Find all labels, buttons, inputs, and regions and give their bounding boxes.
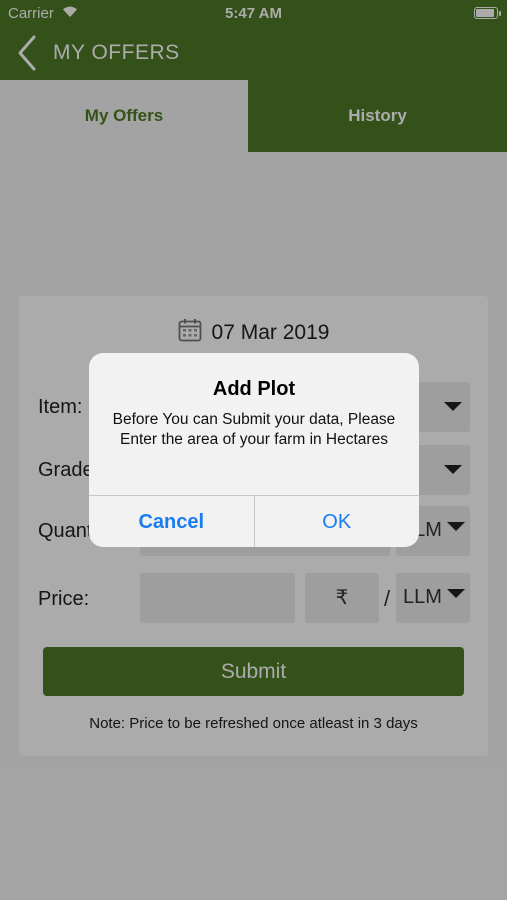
alert-actions: Cancel OK <box>89 495 419 547</box>
add-plot-alert: Add Plot Before You can Submit your data… <box>89 353 419 547</box>
cancel-button[interactable]: Cancel <box>89 496 255 547</box>
alert-message: Before You can Submit your data, Please … <box>112 411 396 448</box>
ok-button[interactable]: OK <box>255 496 420 547</box>
alert-title: Add Plot <box>212 378 296 400</box>
